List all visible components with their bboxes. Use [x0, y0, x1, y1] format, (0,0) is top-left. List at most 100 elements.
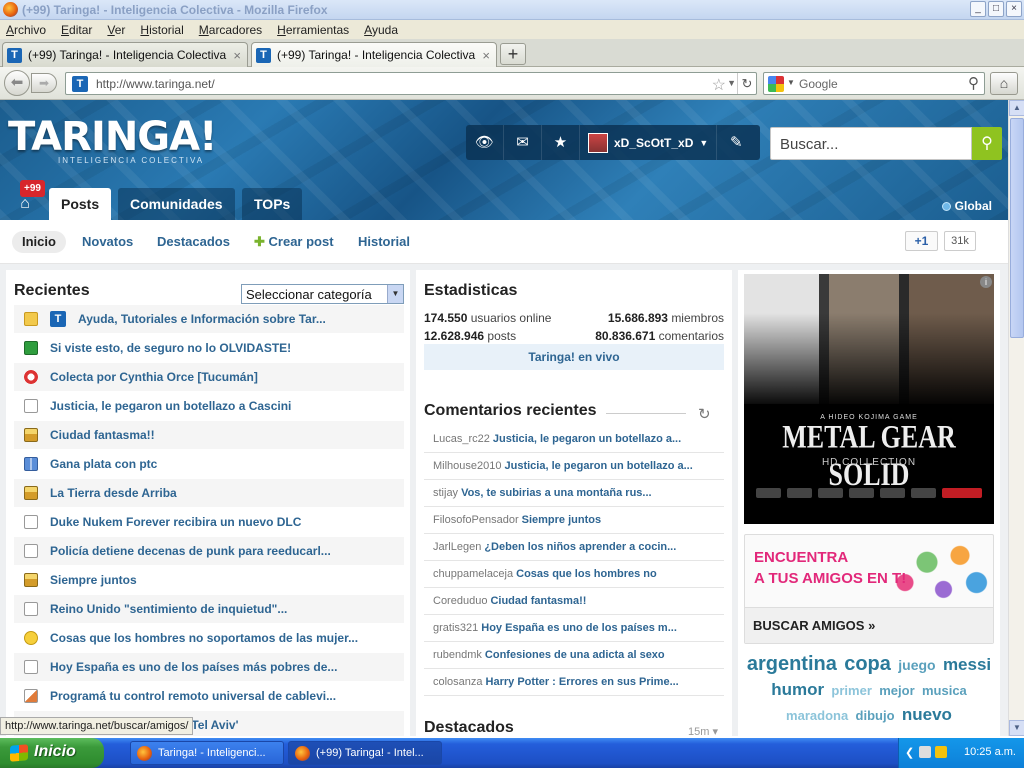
metal-gear-solid-ad[interactable]: i A HIDEO KOJIMA GAME METAL GEAR SOLID H…	[744, 274, 994, 524]
list-item[interactable]: Reino Unido "sentimiento de inquietud"..…	[14, 595, 404, 624]
tag-link[interactable]: maradona	[786, 708, 848, 723]
network-icon[interactable]	[919, 746, 931, 758]
forward-button[interactable]: ➡	[31, 73, 57, 93]
back-button[interactable]: ⬅	[4, 70, 30, 96]
post-title[interactable]: Programá tu control remoto universal de …	[50, 689, 336, 703]
post-title[interactable]: Ayuda, Tutoriales e Información sobre Ta…	[78, 312, 326, 326]
bookmark-star-icon[interactable]: ☆	[712, 75, 726, 95]
taringa-logo[interactable]: TARINGA!	[8, 114, 217, 160]
tab-posts[interactable]: Posts	[49, 188, 112, 220]
close-tab-icon[interactable]: ×	[482, 48, 490, 63]
tag-link[interactable]: primer	[831, 683, 871, 698]
browser-tab-1[interactable]: T (+99) Taringa! - Inteligencia Colectiv…	[2, 42, 248, 67]
scrollbar-thumb[interactable]	[1010, 118, 1024, 338]
tag-link[interactable]: musica	[922, 683, 967, 698]
region-selector[interactable]: Global	[941, 199, 992, 213]
list-item[interactable]: Colecta por Cynthia Orce [Tucumán]	[14, 363, 404, 392]
comment-post-title[interactable]: Justicia, le pegaron un botellazo a...	[493, 433, 681, 445]
subnav-crear-post[interactable]: ✚ Crear post	[254, 231, 334, 253]
subnav-destacados[interactable]: Destacados	[157, 231, 230, 253]
list-item[interactable]: rubendmk Confesiones de una adicta al sex…	[424, 642, 724, 669]
close-button[interactable]: ×	[1006, 1, 1022, 17]
menu-marcadores[interactable]: Marcadores	[199, 23, 262, 37]
menu-editar[interactable]: Editar	[61, 23, 92, 37]
destacados-time-filter[interactable]: 15m ▾	[688, 725, 718, 736]
comment-post-title[interactable]: Confesiones de una adicta al sexo	[485, 649, 665, 661]
tag-link[interactable]: juego	[898, 657, 935, 673]
list-item[interactable]: Coreduduo Ciudad fantasma!!	[424, 588, 724, 615]
comment-user[interactable]: gratis321	[433, 622, 478, 634]
list-item[interactable]: colosanza Harry Potter : Errores en sus P…	[424, 669, 724, 696]
tray-expand-icon[interactable]: ❮	[905, 746, 914, 759]
comment-user[interactable]: rubendmk	[433, 649, 482, 661]
list-item[interactable]: Justicia, le pegaron un botellazo a Casc…	[14, 392, 404, 421]
comment-post-title[interactable]: Ciudad fantasma!!	[490, 595, 586, 607]
menu-ayuda[interactable]: Ayuda	[364, 23, 398, 37]
taskbar-item-1[interactable]: Taringa! - Inteligenci...	[130, 741, 284, 765]
list-item[interactable]: T Ayuda, Tutoriales e Información sobre …	[14, 305, 404, 334]
comment-post-title[interactable]: Vos, te subirias a una montaña rus...	[461, 487, 652, 499]
list-item[interactable]: chuppamelaceja Cosas que los hombres no	[424, 561, 724, 588]
url-dropdown-icon[interactable]: ▼	[727, 78, 736, 88]
tag-link[interactable]: copa	[844, 653, 891, 675]
comment-user[interactable]: colosanza	[433, 676, 483, 688]
post-title[interactable]: Policía detiene decenas de punk para ree…	[50, 544, 331, 558]
list-item[interactable]: Policía detiene decenas de punk para ree…	[14, 537, 404, 566]
search-icon[interactable]: ⚲	[968, 74, 979, 92]
notification-badge[interactable]: +99	[20, 180, 45, 197]
ad-info-icon[interactable]: i	[980, 276, 992, 288]
list-item[interactable]: Ciudad fantasma!!	[14, 421, 404, 450]
list-item[interactable]: Programá tu control remoto universal de …	[14, 682, 404, 711]
subnav-inicio[interactable]: Inicio	[12, 231, 66, 253]
menu-archivo[interactable]: Archivo	[6, 23, 46, 37]
tag-link[interactable]: humor	[771, 680, 824, 699]
list-item[interactable]: Cosas que los hombres no soportamos de l…	[14, 624, 404, 653]
list-item[interactable]: Hoy España es uno de los países más pobr…	[14, 653, 404, 682]
comment-user[interactable]: chuppamelaceja	[433, 568, 513, 580]
browser-tab-2[interactable]: T (+99) Taringa! - Inteligencia Colectiv…	[251, 42, 497, 67]
new-tab-button[interactable]: +	[500, 43, 526, 65]
browser-search-box[interactable]: ▼ Google ⚲	[763, 72, 985, 95]
taskbar-item-2[interactable]: (+99) Taringa! - Intel...	[288, 741, 442, 765]
google-plus-button[interactable]: +1	[905, 231, 938, 251]
edit-icon[interactable]: ✎	[717, 125, 755, 160]
comment-post-title[interactable]: Justicia, le pegaron un botellazo a...	[505, 460, 693, 472]
volume-icon[interactable]	[935, 746, 947, 758]
mail-icon[interactable]: ✉	[504, 125, 542, 160]
post-title[interactable]: Justicia, le pegaron un botellazo a Casc…	[50, 399, 291, 413]
tag-link[interactable]: dibujo	[856, 708, 895, 723]
list-item[interactable]: stijay Vos, te subirias a una montaña rus…	[424, 480, 724, 507]
post-title[interactable]: Si viste esto, de seguro no lo OLVIDASTE…	[50, 341, 291, 355]
post-title[interactable]: Duke Nukem Forever recibira un nuevo DLC	[50, 515, 301, 529]
comment-post-title[interactable]: Harry Potter : Errores en sus Prime...	[486, 676, 679, 688]
comment-user[interactable]: stijay	[433, 487, 458, 499]
buscar-amigos-button[interactable]: BUSCAR AMIGOS »	[745, 607, 993, 643]
find-friends-box[interactable]: ENCUENTRA A TUS AMIGOS EN T! BUSCAR AMIG…	[744, 534, 994, 644]
post-title[interactable]: La Tierra desde Arriba	[50, 486, 177, 500]
list-item[interactable]: Siempre juntos	[14, 566, 404, 595]
list-item[interactable]: Lucas_rc22 Justicia, le pegaron un botell…	[424, 426, 724, 453]
start-button[interactable]: Inicio	[0, 738, 104, 768]
comment-user[interactable]: Lucas_rc22	[433, 433, 490, 445]
comment-user[interactable]: JarlLegen	[433, 541, 481, 553]
post-title[interactable]: Colecta por Cynthia Orce [Tucumán]	[50, 370, 258, 384]
vertical-scrollbar[interactable]: ▲ ▼	[1008, 100, 1024, 736]
search-engine-dropdown-icon[interactable]: ▼	[787, 78, 795, 87]
tab-comunidades[interactable]: Comunidades	[118, 188, 235, 220]
category-select[interactable]: Seleccionar categoría ▼	[241, 284, 404, 304]
tab-tops[interactable]: TOPs	[242, 188, 303, 220]
site-search-input[interactable]: Buscar...	[770, 127, 972, 160]
address-bar[interactable]: T http://www.taringa.net/ ☆ ▼ ↻	[65, 72, 757, 95]
post-title[interactable]: Hoy España es uno de los países más pobr…	[50, 660, 337, 674]
post-title[interactable]: Gana plata con ptc	[50, 457, 157, 471]
list-item[interactable]: gratis321 Hoy España es uno de los países…	[424, 615, 724, 642]
tag-link[interactable]: argentina	[747, 653, 837, 675]
tag-link[interactable]: messi	[943, 655, 991, 674]
tag-link[interactable]: nuevo	[902, 705, 952, 724]
comment-post-title[interactable]: Hoy España es uno de los países m...	[481, 622, 677, 634]
minimize-button[interactable]: _	[970, 1, 986, 17]
post-title[interactable]: Siempre juntos	[50, 573, 137, 587]
taringa-en-vivo-link[interactable]: Taringa! en vivo	[424, 344, 724, 370]
scroll-down-icon[interactable]: ▼	[1009, 720, 1024, 736]
list-item[interactable]: Milhouse2010 Justicia, le pegaron un bote…	[424, 453, 724, 480]
